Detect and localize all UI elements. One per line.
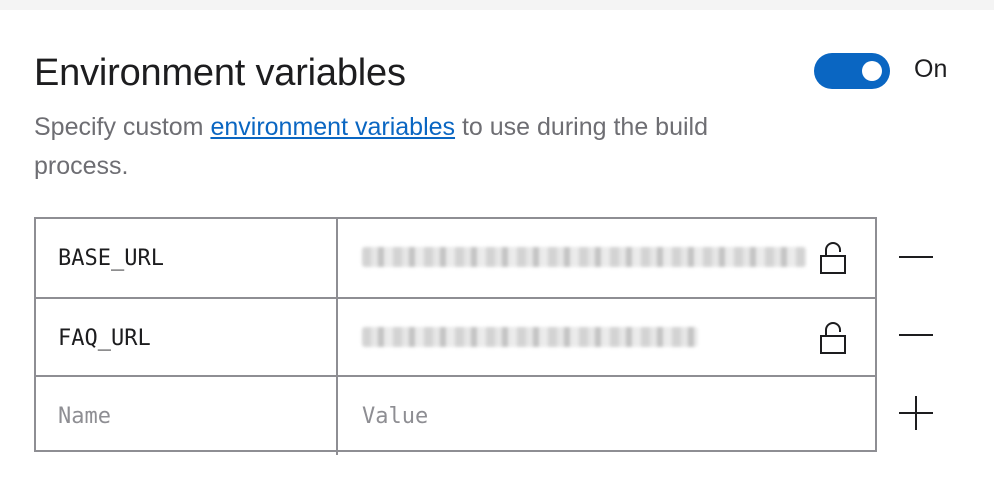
new-value-input[interactable]: Value <box>340 377 875 455</box>
description-prefix: Specify custom <box>34 113 211 141</box>
minus-icon <box>899 334 933 336</box>
remove-variable-button[interactable] <box>894 235 938 279</box>
redacted-value <box>362 247 806 267</box>
plus-icon <box>899 396 933 430</box>
variable-name: BASE_URL <box>58 245 164 271</box>
new-name-input[interactable]: Name <box>36 377 338 455</box>
variable-name-field[interactable]: FAQ_URL <box>36 299 338 377</box>
table-row: BASE_URL <box>36 219 875 297</box>
section-description: Specify custom environment variables to … <box>34 108 794 186</box>
unlock-icon[interactable] <box>819 241 847 275</box>
toggle-knob <box>862 61 882 81</box>
env-vars-table: BASE_URL FAQ_URL Name Value <box>34 217 877 455</box>
toggle-state-label: On <box>914 55 948 83</box>
unlock-icon[interactable] <box>819 321 847 355</box>
env-vars-toggle[interactable] <box>814 53 890 89</box>
variable-value-field[interactable] <box>340 219 875 297</box>
table-row-new: Name Value <box>36 375 875 455</box>
table-row: FAQ_URL <box>36 297 875 377</box>
remove-variable-button[interactable] <box>894 313 938 357</box>
value-placeholder: Value <box>362 403 429 429</box>
redacted-value <box>362 327 698 347</box>
top-divider-bar <box>0 0 994 10</box>
minus-icon <box>899 256 933 258</box>
environment-variables-link[interactable]: environment variables <box>210 113 455 141</box>
section-title: Environment variables <box>34 52 406 94</box>
variable-value-field[interactable] <box>340 299 875 377</box>
name-placeholder: Name <box>58 403 111 429</box>
add-variable-button[interactable] <box>894 391 938 435</box>
variable-name-field[interactable]: BASE_URL <box>36 219 338 297</box>
variable-name: FAQ_URL <box>58 325 151 351</box>
